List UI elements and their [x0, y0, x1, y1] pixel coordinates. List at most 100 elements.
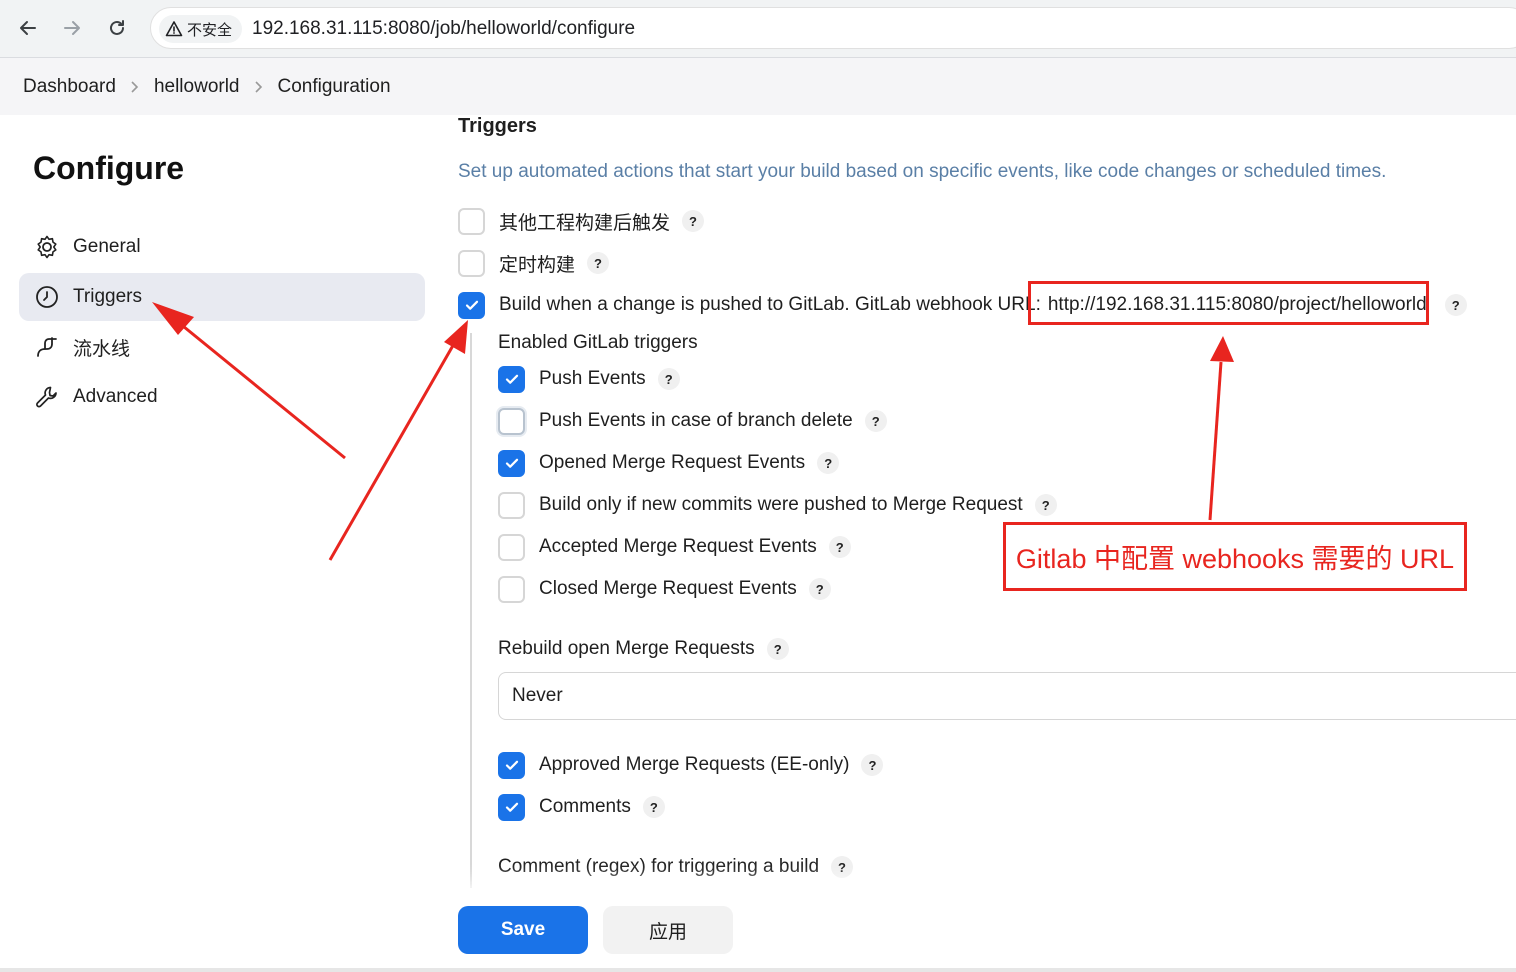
checkbox-checked[interactable] [498, 449, 525, 477]
gear-icon [33, 233, 61, 261]
option-label: Closed Merge Request Events [539, 578, 797, 599]
sidebar-item-label: Triggers [73, 286, 142, 307]
checkbox[interactable] [458, 207, 485, 235]
reload-button[interactable] [101, 12, 133, 44]
gitlab-comments[interactable]: Comments ? [498, 792, 665, 822]
select-value: Never [512, 685, 563, 706]
heading-text: Enabled GitLab triggers [498, 332, 698, 353]
gitlab-event-accepted-mr[interactable]: Accepted Merge Request Events ? [498, 532, 851, 562]
help-icon[interactable]: ? [1444, 294, 1467, 316]
footer-bar [435, 888, 1516, 972]
url-text[interactable]: 192.168.31.115:8080/job/helloworld/confi… [252, 18, 635, 40]
option-label: 其他工程构建后触发 [499, 212, 671, 234]
option-label: Opened Merge Request Events [539, 452, 806, 473]
webhook-url-highlight [1028, 281, 1429, 325]
help-icon[interactable]: ? [587, 252, 610, 274]
sidebar-item-label: Advanced [73, 386, 158, 407]
reload-icon [110, 20, 124, 35]
checkbox-checked[interactable] [498, 751, 525, 779]
checkmark-icon [505, 374, 518, 384]
back-arrow-icon [20, 21, 36, 35]
checkbox[interactable] [498, 407, 525, 435]
help-icon[interactable]: ? [766, 638, 789, 660]
page-title: Configure [33, 150, 185, 186]
breadcrumb-helloworld[interactable]: helloworld [154, 76, 240, 98]
breadcrumb-dashboard[interactable]: Dashboard [23, 76, 116, 98]
gitlab-event-opened-mr[interactable]: Opened Merge Request Events ? [498, 448, 840, 478]
clock-icon [33, 283, 61, 311]
field-label: Comment (regex) for triggering a build [498, 856, 820, 877]
security-label: 不安全 [187, 21, 233, 39]
forward-arrow-icon [64, 21, 80, 35]
pipeline-icon [33, 333, 61, 361]
help-icon[interactable]: ? [808, 578, 831, 600]
help-icon[interactable]: ? [1034, 494, 1057, 516]
security-indicator[interactable]: 不安全 [159, 15, 243, 43]
rebuild-open-mr-select[interactable]: Never [498, 672, 1516, 720]
annotation-callout: Gitlab 中配置 webhooks 需要的 URL [1003, 522, 1467, 591]
breadcrumb-configuration[interactable]: Configuration [278, 76, 391, 98]
section-title: Triggers [458, 115, 537, 137]
option-label: Push Events in case of branch delete [539, 410, 853, 431]
bottom-divider [0, 968, 1516, 972]
option-label: Accepted Merge Request Events [539, 536, 817, 557]
help-icon[interactable]: ? [831, 856, 854, 878]
section-description: Set up automated actions that start your… [458, 161, 1387, 182]
forward-button[interactable] [56, 12, 88, 44]
help-icon[interactable]: ? [682, 210, 705, 232]
field-label: Rebuild open Merge Requests [498, 638, 755, 659]
gitlab-event-new-commits-mr[interactable]: Build only if new commits were pushed to… [498, 490, 1057, 520]
chevron-right-icon [254, 80, 264, 94]
gitlab-event-closed-mr[interactable]: Closed Merge Request Events ? [498, 574, 831, 604]
option-label: Build when a change is pushed to GitLab.… [499, 294, 1041, 315]
sidebar-item-triggers[interactable]: Triggers [19, 273, 425, 321]
annotation-text: Gitlab 中配置 webhooks 需要的 URL [1015, 544, 1455, 574]
checkbox[interactable] [458, 249, 485, 277]
browser-toolbar: 不安全 192.168.31.115:8080/job/helloworld/c… [0, 0, 1516, 58]
help-icon[interactable]: ? [642, 796, 665, 818]
checkbox-checked[interactable] [458, 291, 485, 319]
option-label: Push Events [539, 368, 646, 389]
help-icon[interactable]: ? [861, 754, 884, 776]
option-label: Approved Merge Requests (EE-only) [539, 754, 850, 775]
gitlab-approved-mr[interactable]: Approved Merge Requests (EE-only) ? [498, 750, 884, 780]
save-button[interactable]: Save [458, 906, 588, 954]
annotation-arrows [152, 302, 1234, 561]
wrench-icon [33, 383, 61, 411]
checkbox-checked[interactable] [498, 793, 525, 821]
address-bar[interactable]: 不安全 192.168.31.115:8080/job/helloworld/c… [150, 7, 1516, 49]
sidebar-item-general[interactable]: General [19, 223, 425, 271]
checkmark-icon [505, 458, 518, 468]
help-icon[interactable]: ? [864, 410, 887, 432]
checkbox[interactable] [498, 533, 525, 561]
checkmark-icon [505, 802, 518, 812]
checkmark-icon [505, 760, 518, 770]
checkbox-checked[interactable] [498, 365, 525, 393]
checkbox[interactable] [498, 491, 525, 519]
option-label: 定时构建 [499, 254, 576, 276]
sidebar-item-label: 流水线 [73, 338, 131, 360]
checkmark-icon [465, 300, 478, 310]
chevron-right-icon [130, 80, 140, 94]
help-icon[interactable]: ? [817, 452, 840, 474]
rebuild-open-mr-label: Rebuild open Merge Requests ? [498, 634, 789, 664]
gitlab-event-push[interactable]: Push Events ? [498, 364, 680, 394]
sidebar-item-pipeline[interactable]: 流水线 [19, 323, 425, 371]
option-label: Build only if new commits were pushed to… [539, 494, 1023, 515]
option-label: Comments [539, 796, 631, 817]
sidebar-item-label: General [73, 236, 141, 257]
warning-icon [165, 21, 183, 37]
sidebar-item-advanced[interactable]: Advanced [19, 373, 425, 421]
help-icon[interactable]: ? [828, 536, 851, 558]
back-button[interactable] [12, 12, 44, 44]
nested-indent-line [470, 333, 472, 893]
trigger-option-upstream[interactable]: 其他工程构建后触发 ? [458, 206, 705, 236]
breadcrumb: Dashboard helloworld Configuration [0, 58, 1516, 115]
help-icon[interactable]: ? [657, 368, 680, 390]
gitlab-event-branch-delete[interactable]: Push Events in case of branch delete ? [498, 406, 887, 436]
checkbox[interactable] [498, 575, 525, 603]
trigger-option-scheduled[interactable]: 定时构建 ? [458, 248, 610, 278]
comment-regex-label: Comment (regex) for triggering a build ? [498, 852, 854, 882]
gitlab-triggers-heading: Enabled GitLab triggers [498, 328, 698, 358]
apply-button[interactable]: 应用 [603, 906, 733, 954]
